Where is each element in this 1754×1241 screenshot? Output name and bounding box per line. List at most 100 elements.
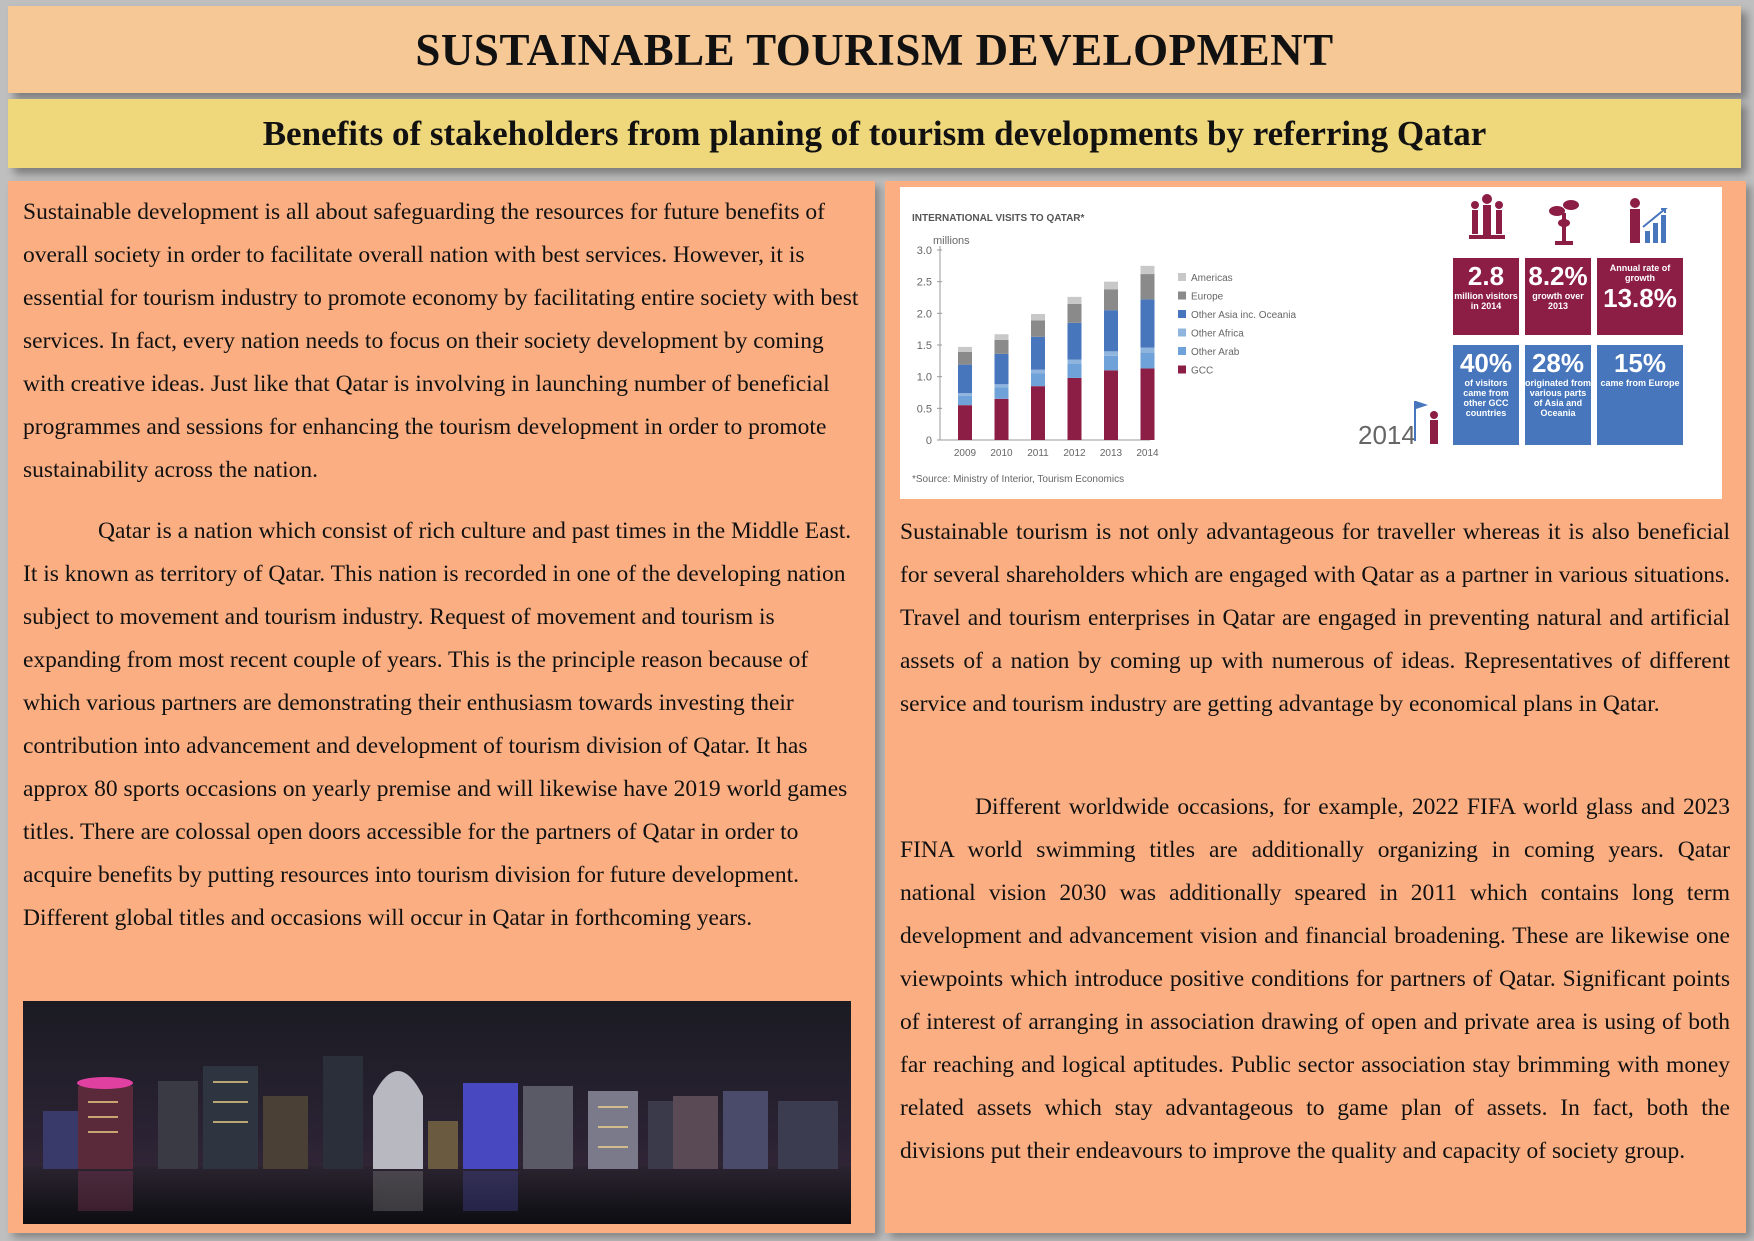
left-column: Sustainable development is all about saf… <box>8 181 875 1233</box>
bar-segment <box>1067 377 1082 440</box>
stat-value: 13.8% <box>1603 283 1677 313</box>
stat-caption: of visitors came from other GCC countrie… <box>1463 378 1509 418</box>
bar-segment <box>1104 370 1118 440</box>
left-paragraph-2: Qatar is a nation which consist of rich … <box>23 518 852 931</box>
bar-segment <box>1104 351 1118 356</box>
stat-tile-gcc-share: 40% of visitors came from other GCC coun… <box>1453 345 1519 445</box>
bar-segment <box>958 351 972 365</box>
stat-tile-europe-share: 15% came from Europe <box>1597 345 1683 445</box>
legend-label: Americas <box>1191 273 1233 284</box>
legend-swatch <box>1178 365 1186 374</box>
x-tick-label: 2014 <box>1136 448 1159 459</box>
legend-swatch <box>1178 310 1186 318</box>
bar-segment <box>1140 274 1155 300</box>
bar-segment <box>1140 347 1155 353</box>
plant-growth-icon <box>1549 200 1579 245</box>
chart-title: INTERNATIONAL VISITS TO QATAR* <box>912 213 1085 224</box>
stat-caption: million visitors in 2014 <box>1454 291 1518 311</box>
legend-label: Europe <box>1191 292 1224 303</box>
y-tick-label: 1.0 <box>917 372 932 384</box>
stat-value: 2.8 <box>1467 261 1505 291</box>
bar-segment <box>958 395 972 406</box>
bar-segment <box>1067 359 1082 364</box>
stat-caption: growth over 2013 <box>1532 291 1584 311</box>
x-tick-label: 2012 <box>1063 448 1086 459</box>
stat-tile-asia-share: 28% originated from various parts of Asi… <box>1525 345 1591 445</box>
visits-infographic: INTERNATIONAL VISITS TO QATAR* millions … <box>900 187 1722 499</box>
bar-segment <box>1031 336 1045 370</box>
chart-source-note: *Source: Ministry of Interior, Tourism E… <box>912 474 1124 485</box>
left-paragraph-1: Sustainable development is all about saf… <box>23 199 859 483</box>
title-banner: SUSTAINABLE TOURISM DEVELOPMENT <box>8 6 1741 93</box>
chart-y-axis-label: millions <box>933 235 970 247</box>
stat-value: 40% <box>1459 348 1513 378</box>
bar-segment <box>1104 289 1118 311</box>
y-tick-label: 3.0 <box>917 245 932 257</box>
stat-caption: originated from various parts of Asia an… <box>1525 378 1592 418</box>
bar-segment <box>1031 373 1045 387</box>
legend-label: Other Arab <box>1191 347 1240 358</box>
y-tick-label: 0 <box>926 435 932 447</box>
person-with-flag-icon <box>1414 401 1438 444</box>
stat-tile-visitors: 2.8 million visitors in 2014 <box>1453 258 1519 335</box>
page-title: SUSTAINABLE TOURISM DEVELOPMENT <box>415 24 1334 75</box>
bar-segment <box>1067 322 1082 360</box>
infographic-year: 2014 <box>1358 420 1416 450</box>
right-column: INTERNATIONAL VISITS TO QATAR* millions … <box>885 181 1746 1233</box>
bar-segment <box>1140 299 1155 348</box>
legend-label: Other Africa <box>1191 329 1244 340</box>
bar-segment <box>994 334 1009 340</box>
x-tick-label: 2010 <box>990 448 1013 459</box>
right-paragraph-2: Different worldwide occasions, for examp… <box>900 794 1730 1164</box>
bar-segment <box>958 364 972 394</box>
x-tick-label: 2011 <box>1027 448 1049 459</box>
bar-segment <box>1031 313 1045 321</box>
y-tick-label: 1.5 <box>917 340 932 352</box>
legend-label: GCC <box>1191 366 1213 377</box>
stat-value: 15% <box>1613 348 1667 378</box>
person-growth-chart-icon <box>1630 198 1668 243</box>
x-tick-label: 2013 <box>1100 448 1123 459</box>
legend-swatch <box>1178 273 1186 281</box>
bar-segment <box>1031 386 1045 440</box>
doha-skyline-photo <box>23 1001 851 1224</box>
page-subtitle: Benefits of stakeholders from planing of… <box>262 113 1487 153</box>
bar-segment <box>994 398 1009 440</box>
bar-segment <box>958 346 972 352</box>
subtitle-banner: Benefits of stakeholders from planing of… <box>8 99 1741 168</box>
bar-segment <box>1140 265 1155 275</box>
bar-segment <box>1067 364 1082 378</box>
bar-segment <box>1104 355 1118 371</box>
bar-segment <box>994 339 1009 354</box>
stat-caption: Annual rate of growth <box>1609 263 1671 283</box>
bar-segment <box>958 405 972 440</box>
stat-value: 8.2% <box>1528 261 1588 291</box>
stat-caption: came from Europe <box>1600 378 1680 388</box>
legend-label: Other Asia inc. Oceania <box>1191 310 1296 321</box>
y-tick-label: 2.0 <box>917 308 932 320</box>
bar-segment <box>994 384 1009 388</box>
stat-tile-annual-growth: Annual rate of growth 13.8% <box>1597 258 1683 335</box>
bar-segment <box>1140 352 1155 369</box>
bar-segment <box>1067 296 1082 304</box>
bar-segment <box>1104 310 1118 352</box>
right-paragraph-1: Sustainable tourism is not only advantag… <box>900 519 1730 717</box>
bar-segment <box>994 353 1009 385</box>
bar-segment <box>1104 281 1118 290</box>
bar-segment <box>1067 303 1082 323</box>
bar-segment <box>958 393 972 396</box>
stat-value: 28% <box>1531 348 1585 378</box>
legend-swatch <box>1178 291 1186 300</box>
legend-swatch <box>1178 347 1186 355</box>
bar-segment <box>1031 320 1045 337</box>
visits-chart: INTERNATIONAL VISITS TO QATAR* millions … <box>912 213 1296 485</box>
y-tick-label: 2.5 <box>917 277 932 289</box>
legend-swatch <box>1178 328 1186 337</box>
bar-segment <box>1031 369 1045 374</box>
bar-segment <box>1140 368 1155 440</box>
stat-tile-growth: 8.2% growth over 2013 <box>1525 258 1591 335</box>
people-group-icon <box>1469 194 1505 239</box>
x-tick-label: 2009 <box>954 448 977 459</box>
bar-segment <box>994 387 1009 399</box>
y-tick-label: 0.5 <box>917 403 932 415</box>
